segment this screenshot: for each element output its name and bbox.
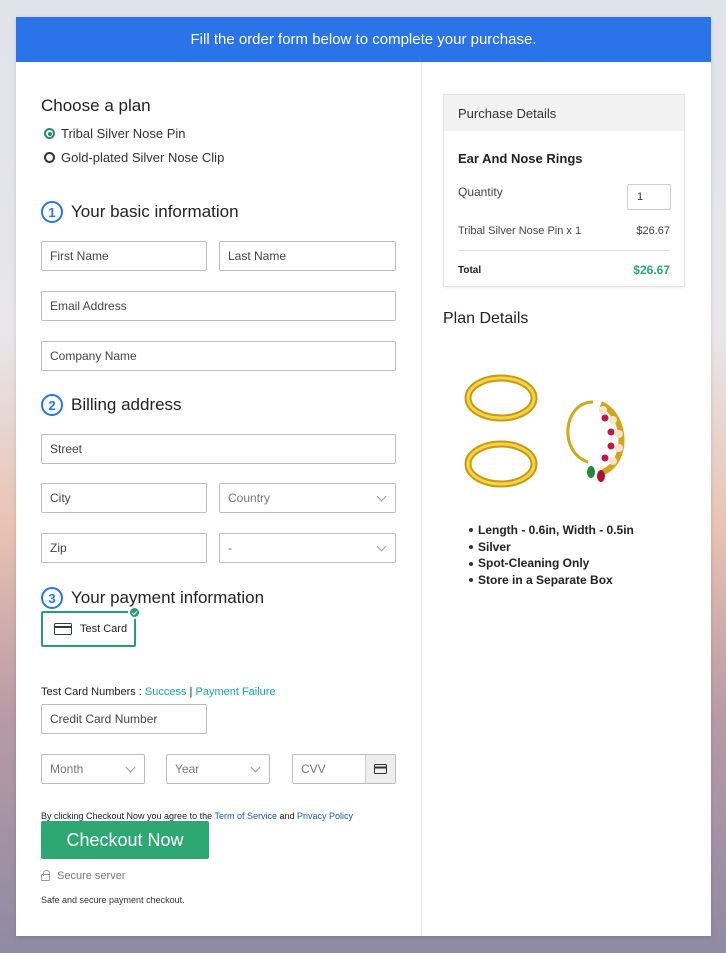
- list-item: Spot-Cleaning Only: [469, 555, 634, 572]
- order-form: Choose a plan Tribal Silver Nose Pin Gol…: [16, 62, 422, 936]
- total-label: Total: [458, 265, 482, 276]
- order-form-card: Fill the order form below to complete yo…: [16, 17, 711, 936]
- secure-server: Secure server: [41, 870, 125, 882]
- country-select[interactable]: Country: [219, 483, 396, 513]
- check-circle-icon: [128, 606, 141, 619]
- list-item: Length - 0.6in, Width - 0.5in: [469, 522, 634, 539]
- divider: [458, 250, 670, 251]
- gold-hoop-icon: [464, 374, 538, 422]
- year-select[interactable]: Year: [166, 754, 270, 784]
- plan-option-gold[interactable]: Gold-plated Silver Nose Clip: [44, 150, 224, 165]
- gold-hoop-icon: [464, 440, 538, 488]
- card-number-input[interactable]: Credit Card Number: [41, 704, 207, 734]
- chevron-down-icon: [376, 541, 387, 552]
- chevron-down-icon: [125, 762, 136, 773]
- terms-and: and: [276, 811, 297, 821]
- state-select-value: -: [228, 541, 232, 555]
- cvv-card-icon: [365, 755, 395, 783]
- payment-section: 3 Your payment information: [41, 587, 264, 609]
- cvv-placeholder: CVV: [301, 762, 326, 776]
- jewelry-image: [464, 374, 625, 488]
- month-select[interactable]: Month: [41, 754, 145, 784]
- section-title: Your payment information: [71, 588, 265, 607]
- terms-of-service-link[interactable]: Term of Service: [214, 811, 277, 821]
- total-price: $26.67: [633, 263, 670, 277]
- order-summary: Purchase Details Ear And Nose Rings Quan…: [423, 62, 711, 936]
- plan-details-title: Plan Details: [443, 310, 529, 327]
- product-name: Ear And Nose Rings: [458, 151, 583, 166]
- radio-selected-icon[interactable]: [44, 128, 55, 139]
- section-title: Your basic information: [71, 202, 239, 221]
- purchase-details-box: Purchase Details Ear And Nose Rings Quan…: [443, 94, 685, 287]
- quantity-label: Quantity: [458, 185, 503, 199]
- zip-input[interactable]: Zip: [41, 533, 207, 563]
- credit-card-icon: [54, 623, 72, 635]
- choose-plan-heading: Choose a plan: [41, 96, 151, 115]
- test-card-option[interactable]: Test Card: [41, 606, 141, 647]
- lock-icon: [41, 870, 50, 881]
- first-name-input[interactable]: First Name: [41, 241, 207, 271]
- cvv-input[interactable]: CVV: [292, 754, 396, 784]
- line-item-price: $26.67: [636, 225, 670, 237]
- basic-info-section: 1 Your basic information: [41, 201, 239, 223]
- terms-text: By clicking Checkout Now you agree to th…: [41, 811, 353, 821]
- plan-option-tribal[interactable]: Tribal Silver Nose Pin: [44, 126, 186, 141]
- company-input[interactable]: Company Name: [41, 341, 396, 371]
- safe-checkout-note: Safe and secure payment checkout.: [41, 895, 185, 905]
- chevron-down-icon: [250, 762, 261, 773]
- nose-ring-icon: [566, 400, 625, 482]
- list-item: Store in a Separate Box: [469, 572, 634, 589]
- quantity-input[interactable]: 1: [627, 184, 671, 210]
- state-select[interactable]: -: [219, 533, 396, 563]
- step-number-badge: 2: [41, 394, 63, 416]
- banner-text: Fill the order form below to complete yo…: [190, 31, 537, 48]
- email-input[interactable]: Email Address: [41, 291, 396, 321]
- billing-section: 2 Billing address: [41, 394, 182, 416]
- city-input[interactable]: City: [41, 483, 207, 513]
- checkout-button[interactable]: Checkout Now: [41, 821, 209, 859]
- list-item: Silver: [469, 539, 634, 556]
- success-link[interactable]: Success: [145, 686, 187, 698]
- test-card-numbers: Test Card Numbers : Success | Payment Fa…: [41, 686, 276, 698]
- step-number-badge: 1: [41, 201, 63, 223]
- privacy-policy-link[interactable]: Privacy Policy: [297, 811, 353, 821]
- secure-server-label: Secure server: [57, 870, 126, 882]
- terms-prefix: By clicking Checkout Now you agree to th…: [41, 811, 215, 821]
- plan-features-list: Length - 0.6in, Width - 0.5in Silver Spo…: [469, 522, 634, 589]
- line-item: Tribal Silver Nose Pin x 1: [458, 225, 582, 237]
- radio-unselected-icon[interactable]: [44, 152, 55, 163]
- payment-failure-link[interactable]: Payment Failure: [195, 686, 275, 698]
- step-number-badge: 3: [41, 587, 63, 609]
- last-name-input[interactable]: Last Name: [219, 241, 396, 271]
- month-select-value: Month: [50, 762, 84, 776]
- plan-option-label: Tribal Silver Nose Pin: [61, 126, 186, 141]
- purchase-details-header: Purchase Details: [444, 95, 684, 131]
- test-card-numbers-label: Test Card Numbers :: [41, 686, 145, 698]
- test-card-label: Test Card: [80, 623, 128, 635]
- plan-option-label: Gold-plated Silver Nose Clip: [61, 150, 225, 165]
- year-select-value: Year: [175, 762, 200, 776]
- street-input[interactable]: Street: [41, 434, 396, 464]
- chevron-down-icon: [376, 491, 387, 502]
- header-banner: Fill the order form below to complete yo…: [16, 17, 711, 62]
- country-select-value: Country: [228, 491, 271, 505]
- section-title: Billing address: [71, 395, 182, 414]
